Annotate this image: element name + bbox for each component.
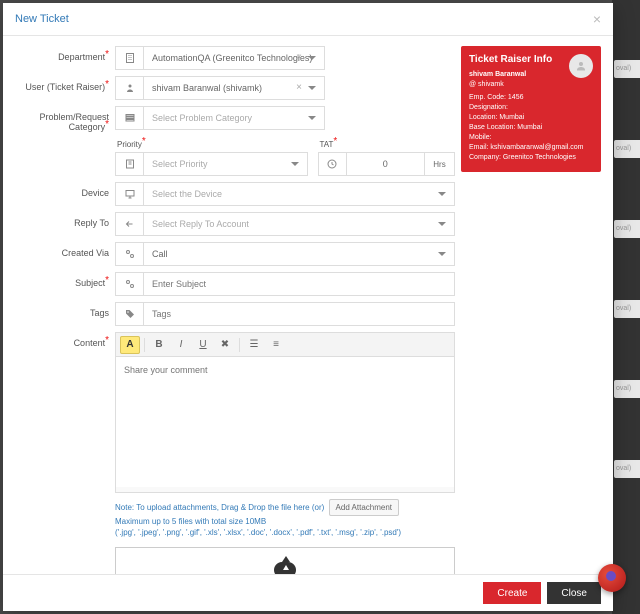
voice-assist-fab[interactable] xyxy=(598,564,626,592)
add-attachment-button[interactable]: Add Attachment xyxy=(329,499,399,516)
department-value: AutomationQA (Greenitco Technologies) xyxy=(152,53,312,63)
category-label: Problem/Request Category xyxy=(15,106,115,133)
subject-icon xyxy=(115,272,143,296)
upload-icon xyxy=(274,562,296,574)
created-via-select[interactable]: Call xyxy=(143,242,455,266)
font-color-button[interactable]: A xyxy=(120,336,140,354)
list-item: oval) xyxy=(614,220,640,238)
create-button[interactable]: Create xyxy=(483,582,541,604)
settings-icon xyxy=(115,242,143,266)
department-label: Department xyxy=(15,46,115,63)
bold-button[interactable]: B xyxy=(149,336,169,354)
close-button[interactable]: Close xyxy=(547,582,601,604)
reply-icon xyxy=(115,212,143,236)
clock-icon xyxy=(318,152,346,176)
close-icon[interactable]: × xyxy=(593,11,601,27)
tat-input[interactable]: 0 xyxy=(346,152,426,176)
subject-label: Subject xyxy=(15,272,115,289)
tag-icon xyxy=(115,302,143,326)
ticket-raiser-info-panel: Ticket Raiser Info shivam Baranwal @ shi… xyxy=(461,46,601,172)
priority-placeholder: Select Priority xyxy=(152,159,208,169)
reply-to-placeholder: Select Reply To Account xyxy=(152,219,249,229)
clear-format-button[interactable]: ✖ xyxy=(215,336,235,354)
avatar xyxy=(569,54,593,78)
category-icon xyxy=(115,106,143,130)
tags-input[interactable] xyxy=(143,302,455,326)
category-select[interactable]: Select Problem Category xyxy=(143,106,325,130)
user-icon xyxy=(115,76,143,100)
chevron-down-icon xyxy=(438,252,446,256)
device-label: Device xyxy=(15,182,115,198)
tags-label: Tags xyxy=(15,302,115,318)
modal-title: New Ticket xyxy=(15,13,69,25)
underline-button[interactable]: U xyxy=(193,336,213,354)
monitor-icon xyxy=(115,182,143,206)
unordered-list-button[interactable]: ☰ xyxy=(244,336,264,354)
chevron-down-icon xyxy=(308,86,316,90)
editor-toolbar: A B I U ✖ ☰ ≡ xyxy=(116,333,454,357)
list-item: oval) xyxy=(614,300,640,318)
clear-icon[interactable]: × xyxy=(296,52,302,63)
content-textarea[interactable] xyxy=(116,357,454,487)
device-placeholder: Select the Device xyxy=(152,189,222,199)
category-placeholder: Select Problem Category xyxy=(152,113,252,123)
priority-icon xyxy=(115,152,143,176)
info-location: Location: Mumbai xyxy=(469,114,593,121)
reply-to-label: Reply To xyxy=(15,212,115,228)
priority-select[interactable]: Select Priority xyxy=(143,152,308,176)
info-handle: @ shivamk xyxy=(469,81,593,88)
clear-icon[interactable]: × xyxy=(296,82,302,93)
created-via-label: Created Via xyxy=(15,242,115,258)
tat-value: 0 xyxy=(383,159,388,169)
chevron-down-icon xyxy=(438,192,446,196)
info-base-location: Base Location: Mumbai xyxy=(469,124,593,131)
content-label: Content xyxy=(15,332,115,349)
list-item: oval) xyxy=(614,460,640,478)
user-select[interactable]: shivam Baranwal (shivamk) × xyxy=(143,76,325,100)
device-select[interactable]: Select the Device xyxy=(143,182,455,206)
chevron-down-icon xyxy=(291,162,299,166)
created-via-value: Call xyxy=(152,249,168,259)
priority-label: Priority xyxy=(115,139,308,150)
info-designation: Designation: xyxy=(469,104,593,111)
info-emp-code: Emp. Code: 1456 xyxy=(469,94,593,101)
chevron-down-icon xyxy=(438,222,446,226)
tat-unit: Hrs xyxy=(425,152,455,176)
chevron-down-icon xyxy=(308,56,316,60)
info-mobile: Mobile: xyxy=(469,134,593,141)
new-ticket-modal: New Ticket × Ticket Raiser Info shivam B… xyxy=(3,3,613,611)
rich-text-editor: A B I U ✖ ☰ ≡ xyxy=(115,332,455,493)
attachment-note: Note: To upload attachments, Drag & Drop… xyxy=(115,499,455,539)
info-company: Company: Greenitco Technologies xyxy=(469,154,593,161)
italic-button[interactable]: I xyxy=(171,336,191,354)
reply-to-select[interactable]: Select Reply To Account xyxy=(143,212,455,236)
tags-text[interactable] xyxy=(152,309,446,319)
building-icon xyxy=(115,46,143,70)
user-label: User (Ticket Raiser) xyxy=(15,76,115,93)
chevron-down-icon xyxy=(308,116,316,120)
list-item: oval) xyxy=(614,140,640,158)
tat-label: TAT xyxy=(318,139,456,150)
ordered-list-button[interactable]: ≡ xyxy=(266,336,286,354)
subject-input[interactable] xyxy=(143,272,455,296)
list-item: oval) xyxy=(614,380,640,398)
user-value: shivam Baranwal (shivamk) xyxy=(152,83,262,93)
info-email: Email: kshivambaranwal@gmail.com xyxy=(469,144,593,151)
file-drop-zone[interactable]: Drag & Drop files here xyxy=(115,547,455,574)
list-item: oval) xyxy=(614,60,640,78)
department-select[interactable]: AutomationQA (Greenitco Technologies) × xyxy=(143,46,325,70)
subject-text[interactable] xyxy=(152,279,446,289)
